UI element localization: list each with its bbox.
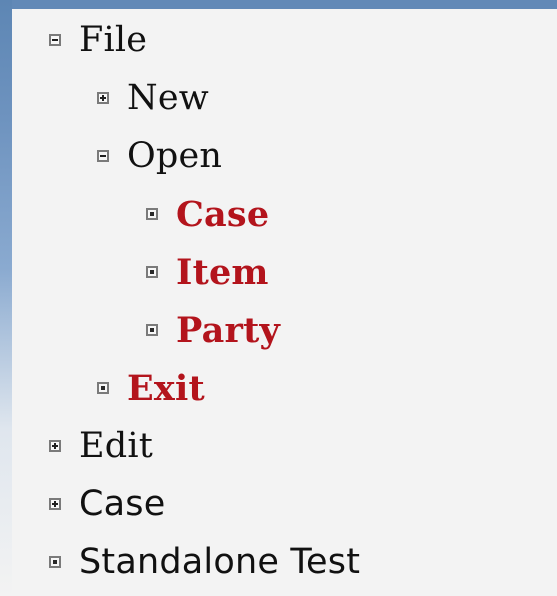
tree-item-party[interactable]: Party <box>146 308 280 352</box>
tree-item-label: Case <box>79 483 166 524</box>
tree-item-label: File <box>79 19 148 60</box>
tree-item-item[interactable]: Item <box>146 250 269 294</box>
tree-item-case[interactable]: Case <box>49 482 165 526</box>
tree-item-case-open[interactable]: Case <box>146 192 269 236</box>
tree-item-label: Open <box>127 135 223 176</box>
tree-item-new[interactable]: New <box>97 76 209 120</box>
tree-item-standalone-test[interactable]: Standalone Test <box>49 540 360 584</box>
tree-item-label: New <box>127 77 209 118</box>
menu-tree: File New Open Case Item Party Exit Edit … <box>0 0 557 596</box>
tree-item-label: Standalone Test <box>79 541 361 582</box>
tree-item-label: Party <box>176 309 281 351</box>
tree-item-exit[interactable]: Exit <box>97 366 205 410</box>
tree-item-open[interactable]: Open <box>97 134 222 178</box>
tree-item-file[interactable]: File <box>49 18 147 62</box>
tree-item-label: Edit <box>79 425 154 466</box>
plus-icon[interactable] <box>49 498 61 510</box>
leaf-icon <box>49 556 61 568</box>
leaf-icon <box>146 208 158 220</box>
menu-tree-window: File New Open Case Item Party Exit Edit … <box>0 0 557 596</box>
tree-item-label: Case <box>176 193 270 235</box>
plus-icon[interactable] <box>97 92 109 104</box>
tree-item-edit[interactable]: Edit <box>49 424 153 468</box>
minus-icon[interactable] <box>49 34 61 46</box>
tree-item-label: Item <box>176 251 269 293</box>
tree-item-label: Exit <box>127 367 205 409</box>
plus-icon[interactable] <box>49 440 61 452</box>
minus-icon[interactable] <box>97 150 109 162</box>
leaf-icon <box>146 324 158 336</box>
leaf-icon <box>97 382 109 394</box>
leaf-icon <box>146 266 158 278</box>
